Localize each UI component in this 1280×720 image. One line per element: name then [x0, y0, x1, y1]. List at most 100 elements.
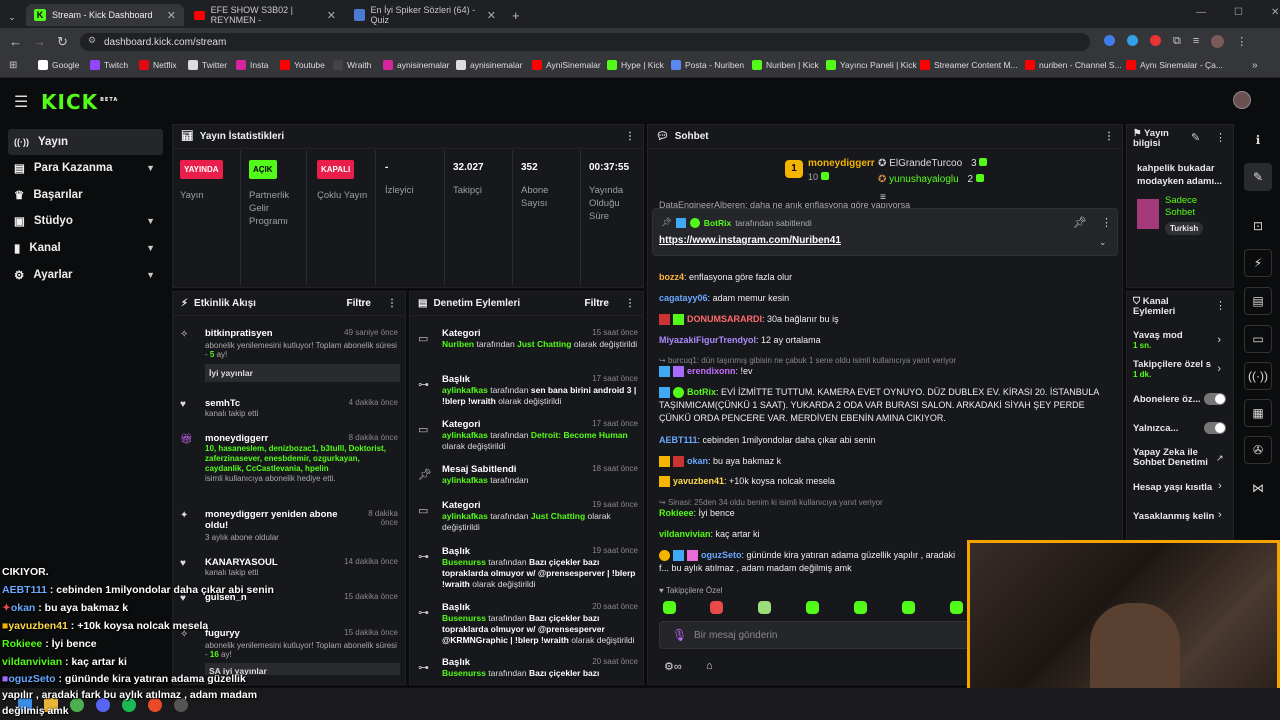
close-icon[interactable]: ✕: [487, 9, 496, 22]
extension-red-icon[interactable]: [1150, 35, 1161, 46]
emotes-only-toggle[interactable]: [1204, 422, 1226, 434]
action-account-age[interactable]: Hesap yaşı kısıtla: [1133, 482, 1212, 493]
reload-icon[interactable]: ↻: [57, 34, 68, 50]
kick-logo[interactable]: KICK BETA: [41, 90, 118, 114]
chat-username[interactable]: MiyazakiFigurTrendyol: [659, 335, 756, 345]
chat-username[interactable]: vildanvivian: [659, 529, 711, 539]
bookmark-aynisinemalar-3[interactable]: AyniSinemalar: [532, 60, 601, 70]
gifter-3[interactable]: ✪ yunushayaloglu 2: [878, 174, 984, 185]
shop-icon[interactable]: ⌂: [706, 660, 713, 672]
user-avatar[interactable]: [1233, 91, 1251, 109]
bookmark-nuriben-kick[interactable]: Nuriben | Kick: [752, 60, 819, 70]
emote-icon[interactable]: [806, 601, 819, 614]
bolt-icon[interactable]: ⚡︎: [1244, 249, 1272, 277]
moderation-icon[interactable]: ▦: [1244, 399, 1272, 427]
bookmark-aynisinemalar-1[interactable]: aynisinemalar: [383, 60, 449, 70]
bookmark-ayni-sinemalar-ca[interactable]: Aynı Sinemalar - Ça...: [1126, 60, 1223, 70]
menu-dots-icon[interactable]: ⋮: [1236, 35, 1247, 48]
edit-icon[interactable]: ✎: [1244, 163, 1272, 191]
filter-button[interactable]: Filtre: [585, 298, 609, 309]
sidebar-item-basarilar[interactable]: ♛ Başarılar: [8, 182, 163, 208]
more-options-icon[interactable]: ⋮: [625, 298, 635, 309]
bookmark-posta[interactable]: Posta - Nuriben: [671, 60, 744, 70]
info-icon[interactable]: ℹ: [1244, 126, 1272, 154]
expand-icon[interactable]: ⊡: [1244, 212, 1272, 240]
chevron-right-icon[interactable]: ›: [1218, 480, 1222, 492]
gifter-2[interactable]: ✪ ElGrandeTurcoo 3: [878, 158, 988, 169]
share-icon[interactable]: ⋈: [1244, 474, 1272, 502]
action-slow-mode[interactable]: Yavaş mod 1 sn. ›: [1133, 330, 1229, 350]
chevron-right-icon[interactable]: ›: [1218, 509, 1222, 521]
chat-username[interactable]: oguzSeto: [701, 550, 742, 560]
bookmark-youtube[interactable]: Youtube: [280, 60, 325, 70]
bookmark-google[interactable]: Google: [38, 60, 79, 70]
action-ai-moderation[interactable]: Yapay Zeka ile Sohbet Denetimi: [1133, 448, 1213, 468]
hamburger-menu-icon[interactable]: ☰: [14, 92, 28, 112]
chat-username[interactable]: cagatayy06: [659, 293, 708, 303]
microphone-icon[interactable]: 🎙︎: [672, 628, 687, 642]
tab-quiz[interactable]: En İyi Spiker Sözleri (64) - Quiz ✕: [346, 4, 504, 26]
subscribers-only-toggle[interactable]: [1204, 393, 1226, 405]
apps-grid-icon[interactable]: ⊞: [9, 60, 17, 71]
top-gifter-name[interactable]: moneydiggerr: [808, 158, 875, 169]
chat-username[interactable]: okan: [687, 456, 708, 466]
sidebar-item-kanal[interactable]: ▮ Kanal ▼: [8, 235, 163, 261]
bookmark-insta[interactable]: Insta: [236, 60, 268, 70]
sidebar-item-yayin[interactable]: ((·)) Yayın: [8, 129, 163, 155]
more-options-icon[interactable]: ⋮: [387, 298, 397, 309]
sidebar-item-para-kazanma[interactable]: ▤ Para Kazanma ▼: [8, 155, 163, 181]
bookmark-wraith[interactable]: Wraith: [333, 60, 371, 70]
tab-efe-show[interactable]: EFE SHOW S3B02 | REYNMEN - ✕: [186, 4, 344, 26]
bookmark-streamer-content[interactable]: Streamer Content M...: [920, 60, 1018, 70]
tab-search-button[interactable]: ⌄: [4, 6, 20, 28]
document-icon[interactable]: ▤: [1244, 287, 1272, 315]
more-options-icon[interactable]: ⋮: [1101, 216, 1112, 229]
bookmark-twitter[interactable]: Twitter: [188, 60, 227, 70]
edit-icon[interactable]: ✎: [1191, 131, 1200, 144]
extension-globe-icon[interactable]: [1127, 35, 1138, 46]
sidebar-item-studyo[interactable]: ▣ Stüdyo ▼: [8, 208, 163, 234]
external-link-icon[interactable]: ↗: [1216, 453, 1224, 464]
chat-username[interactable]: yavuzben41: [673, 476, 724, 486]
category-name[interactable]: Sadece Sohbet: [1165, 195, 1225, 219]
media-icon[interactable]: ≡: [1193, 35, 1199, 48]
action-banned-words[interactable]: Yasaklanmış kelin: [1133, 511, 1214, 522]
bookmark-hype-kick[interactable]: Hype | Kick: [607, 60, 664, 70]
chat-settings-icon[interactable]: ⚙∞: [664, 660, 682, 673]
tab-kick-dashboard[interactable]: K Stream - Kick Dashboard ✕: [26, 4, 184, 26]
maximize-icon[interactable]: ☐: [1234, 7, 1243, 18]
profile-avatar-icon[interactable]: [1211, 35, 1225, 48]
chat-username[interactable]: BotRix: [687, 387, 716, 397]
more-bookmarks-icon[interactable]: »: [1252, 60, 1258, 71]
broadcast-icon[interactable]: ((·)): [1244, 362, 1272, 390]
site-info-icon[interactable]: ⚙: [88, 35, 96, 46]
tools-icon[interactable]: ✇: [1244, 436, 1272, 464]
emote-icon[interactable]: [950, 601, 963, 614]
close-icon[interactable]: ✕: [327, 9, 336, 22]
extensions-puzzle-icon[interactable]: ⧉: [1173, 35, 1181, 48]
emote-icon[interactable]: [854, 601, 867, 614]
bookmark-netflix[interactable]: Netflix: [139, 60, 177, 70]
emote-icon[interactable]: [710, 601, 723, 614]
chat-username[interactable]: Rokieee: [659, 508, 694, 518]
url-bar[interactable]: ⚙ dashboard.kick.com/stream: [80, 33, 1090, 51]
emote-icon[interactable]: [902, 601, 915, 614]
forward-icon[interactable]: →: [33, 34, 46, 49]
minimize-icon[interactable]: —: [1196, 7, 1206, 18]
emote-icon[interactable]: [663, 601, 676, 614]
more-options-icon[interactable]: ⋮: [1215, 299, 1226, 312]
close-icon[interactable]: ✕: [167, 9, 176, 22]
extension-shield-icon[interactable]: [1104, 35, 1115, 46]
chevron-down-icon[interactable]: ⌄: [1099, 237, 1107, 248]
chat-username[interactable]: bozz4: [659, 272, 684, 282]
back-icon[interactable]: ←: [9, 34, 22, 49]
pinned-message[interactable]: 📌︎ BotRix tarafından sabitlendi https://ww…: [652, 208, 1118, 256]
new-tab-button[interactable]: +: [504, 4, 528, 26]
more-options-icon[interactable]: ⋮: [1104, 131, 1114, 142]
more-options-icon[interactable]: ⋮: [1215, 131, 1226, 144]
bookmark-yayinci-paneli[interactable]: Yayıncı Paneli | Kick: [826, 60, 917, 70]
bookmark-aynisinemalar-2[interactable]: aynisinemalar: [456, 60, 522, 70]
chat-icon[interactable]: ▭: [1244, 325, 1272, 353]
bookmark-channel-s[interactable]: nuriben - Channel S...: [1025, 60, 1122, 70]
filter-button[interactable]: Filtre: [347, 298, 371, 309]
